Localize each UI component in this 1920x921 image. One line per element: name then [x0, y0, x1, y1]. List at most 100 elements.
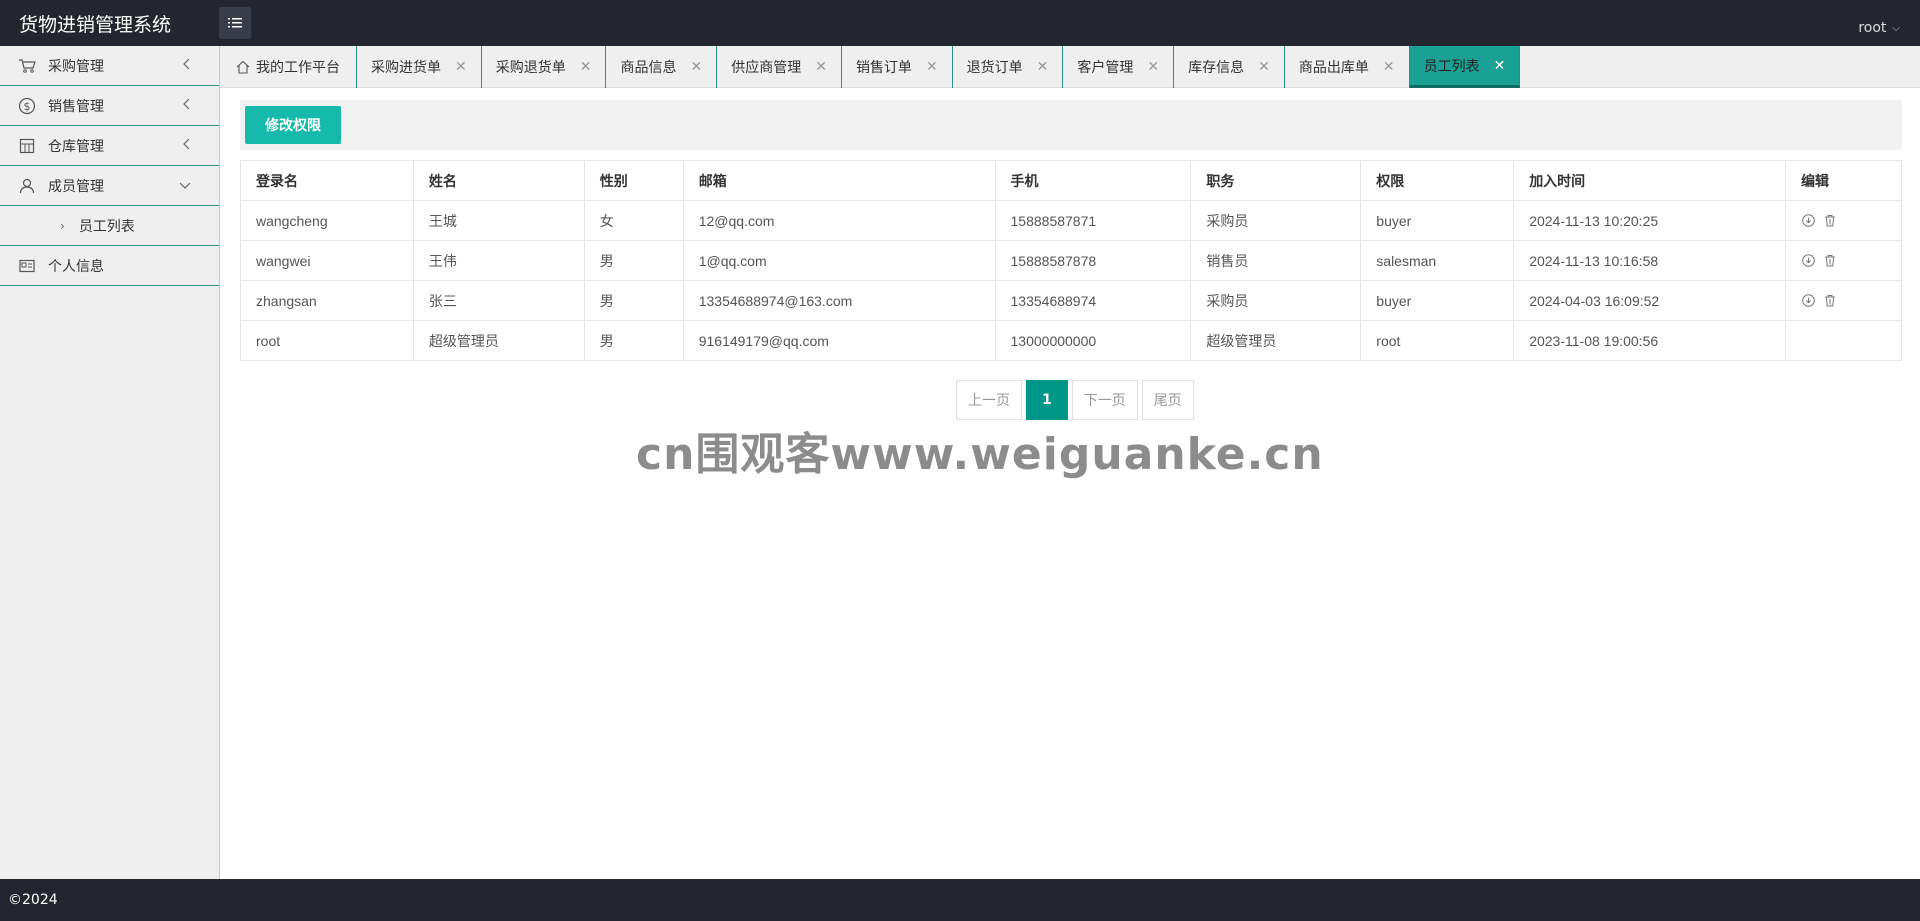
- cell-position: 销售员: [1190, 240, 1362, 281]
- warehouse-icon: [18, 137, 36, 155]
- svg-text:$: $: [24, 100, 31, 113]
- table-row: wangwei 王伟 男 1@qq.com 15888587878 销售员 sa…: [240, 240, 1902, 281]
- cell-actions: [1785, 280, 1902, 321]
- edit-permission-button[interactable]: 修改权限: [245, 106, 341, 144]
- sidebar-item-label: 仓库管理: [48, 138, 104, 155]
- cell-gender: 男: [583, 240, 684, 281]
- column-header: 编辑: [1785, 160, 1902, 201]
- cell-email: 13354688974@163.com: [682, 280, 996, 321]
- column-header: 权限: [1360, 160, 1515, 201]
- close-icon[interactable]: ✕: [690, 59, 702, 75]
- tab-label: 采购退货单: [495, 60, 566, 76]
- menu-toggle-button[interactable]: [219, 7, 251, 39]
- cell-name: 超级管理员: [412, 320, 585, 361]
- close-icon[interactable]: ✕: [455, 59, 467, 75]
- sidebar-item-label: 销售管理: [48, 98, 104, 115]
- chevron-right-icon: ›: [60, 218, 65, 233]
- main-content: 修改权限 登录名 姓名 性别 邮箱 手机 职务 权限 加入时间 编辑 wangc…: [240, 100, 1902, 361]
- trash-icon[interactable]: [1823, 294, 1837, 308]
- close-icon[interactable]: ✕: [1383, 59, 1395, 75]
- download-icon[interactable]: [1801, 254, 1815, 268]
- column-header: 职务: [1190, 160, 1362, 201]
- trash-icon[interactable]: [1823, 254, 1837, 268]
- tab-goods-info[interactable]: 商品信息 ✕: [606, 46, 718, 88]
- cell-position: 超级管理员: [1190, 320, 1362, 361]
- close-icon[interactable]: ✕: [815, 59, 827, 75]
- sidebar-subitem-employee-list[interactable]: › 员工列表: [0, 206, 219, 246]
- download-icon[interactable]: [1801, 214, 1815, 228]
- sidebar-item-warehouse[interactable]: 仓库管理: [0, 126, 219, 166]
- tab-label: 我的工作平台: [256, 60, 340, 76]
- tab-sales-order[interactable]: 销售订单 ✕: [842, 46, 953, 88]
- dollar-icon: $: [18, 97, 36, 115]
- close-icon[interactable]: ✕: [1037, 59, 1049, 75]
- chevron-left-icon: [183, 98, 191, 114]
- cell-phone: 13000000000: [994, 320, 1192, 361]
- sidebar-item-label: 成员管理: [48, 178, 104, 195]
- id-card-icon: [18, 257, 36, 275]
- sidebar-item-label: 采购管理: [48, 58, 104, 75]
- cell-join-time: 2023-11-08 19:00:56: [1513, 320, 1787, 361]
- sidebar-item-members[interactable]: 成员管理: [0, 166, 219, 206]
- sidebar-item-purchase[interactable]: 采购管理: [0, 46, 219, 86]
- sidebar: 采购管理 $ 销售管理 仓库管理 成员管理 › 员工列表 个人信息: [0, 46, 220, 879]
- cell-gender: 男: [583, 280, 684, 321]
- home-icon: [236, 60, 250, 74]
- cell-login-name: zhangsan: [240, 280, 414, 321]
- watermark: cn围观客www.weiguanke.cn: [636, 429, 1324, 480]
- close-icon[interactable]: ✕: [580, 59, 592, 75]
- tab-goods-outbound[interactable]: 商品出库单 ✕: [1285, 46, 1410, 88]
- table-row: zhangsan 张三 男 13354688974@163.com 133546…: [240, 280, 1902, 321]
- tab-label: 供应商管理: [731, 60, 802, 76]
- column-header: 加入时间: [1513, 160, 1787, 201]
- tab-customer[interactable]: 客户管理 ✕: [1063, 46, 1175, 88]
- cell-email: 12@qq.com: [682, 200, 996, 241]
- cell-phone: 13354688974: [994, 280, 1192, 321]
- tab-purchase-in[interactable]: 采购进货单 ✕: [357, 46, 482, 88]
- sidebar-item-sales[interactable]: $ 销售管理: [0, 86, 219, 126]
- tab-label: 库存信息: [1188, 60, 1245, 76]
- column-header: 姓名: [412, 160, 585, 201]
- last-page-button[interactable]: 尾页: [1141, 380, 1194, 420]
- cell-position: 采购员: [1190, 200, 1362, 241]
- page-number-current[interactable]: 1: [1026, 380, 1068, 420]
- cell-actions: [1785, 320, 1902, 361]
- top-bar: 货物进销管理系统 root ⌵: [0, 0, 1920, 46]
- tab-inventory[interactable]: 库存信息 ✕: [1174, 46, 1285, 88]
- user-menu[interactable]: root ⌵: [1858, 20, 1900, 36]
- cell-email: 916149179@qq.com: [682, 320, 996, 361]
- cell-gender: 女: [583, 200, 684, 241]
- tab-purchase-return[interactable]: 采购退货单 ✕: [482, 46, 607, 88]
- cart-icon: [18, 57, 36, 75]
- cell-phone: 15888587878: [994, 240, 1192, 281]
- tab-employee-list[interactable]: 员工列表 ✕: [1409, 46, 1521, 88]
- column-header: 性别: [583, 160, 684, 201]
- close-icon[interactable]: ✕: [1147, 59, 1159, 75]
- close-icon[interactable]: ✕: [926, 59, 938, 75]
- chevron-left-icon: [183, 58, 191, 74]
- cell-join-time: 2024-11-13 10:20:25: [1513, 200, 1787, 241]
- close-icon[interactable]: ✕: [1494, 58, 1506, 74]
- cell-join-time: 2024-11-13 10:16:58: [1513, 240, 1787, 281]
- cell-gender: 男: [583, 320, 684, 361]
- cell-login-name: wangcheng: [240, 200, 414, 241]
- cell-name: 张三: [412, 280, 585, 321]
- pagination: 上一页 1 下一页 尾页: [956, 380, 1194, 420]
- tab-return-order[interactable]: 退货订单 ✕: [953, 46, 1064, 88]
- tab-home[interactable]: 我的工作平台: [220, 46, 357, 88]
- tab-supplier[interactable]: 供应商管理 ✕: [717, 46, 842, 88]
- cell-name: 王伟: [412, 240, 585, 281]
- prev-page-button[interactable]: 上一页: [956, 380, 1022, 420]
- close-icon[interactable]: ✕: [1258, 59, 1270, 75]
- download-icon[interactable]: [1801, 294, 1815, 308]
- table-row: root 超级管理员 男 916149179@qq.com 1300000000…: [240, 320, 1902, 361]
- column-header: 手机: [994, 160, 1192, 201]
- tab-label: 员工列表: [1423, 58, 1480, 75]
- sidebar-item-profile[interactable]: 个人信息: [0, 246, 219, 286]
- footer: ©2024: [0, 879, 1920, 921]
- table-row: wangcheng 王城 女 12@qq.com 15888587871 采购员…: [240, 200, 1902, 241]
- employee-table: 登录名 姓名 性别 邮箱 手机 职务 权限 加入时间 编辑 wangcheng …: [240, 160, 1902, 361]
- trash-icon[interactable]: [1823, 214, 1837, 228]
- tab-label: 商品出库单: [1298, 60, 1369, 76]
- next-page-button[interactable]: 下一页: [1071, 380, 1138, 420]
